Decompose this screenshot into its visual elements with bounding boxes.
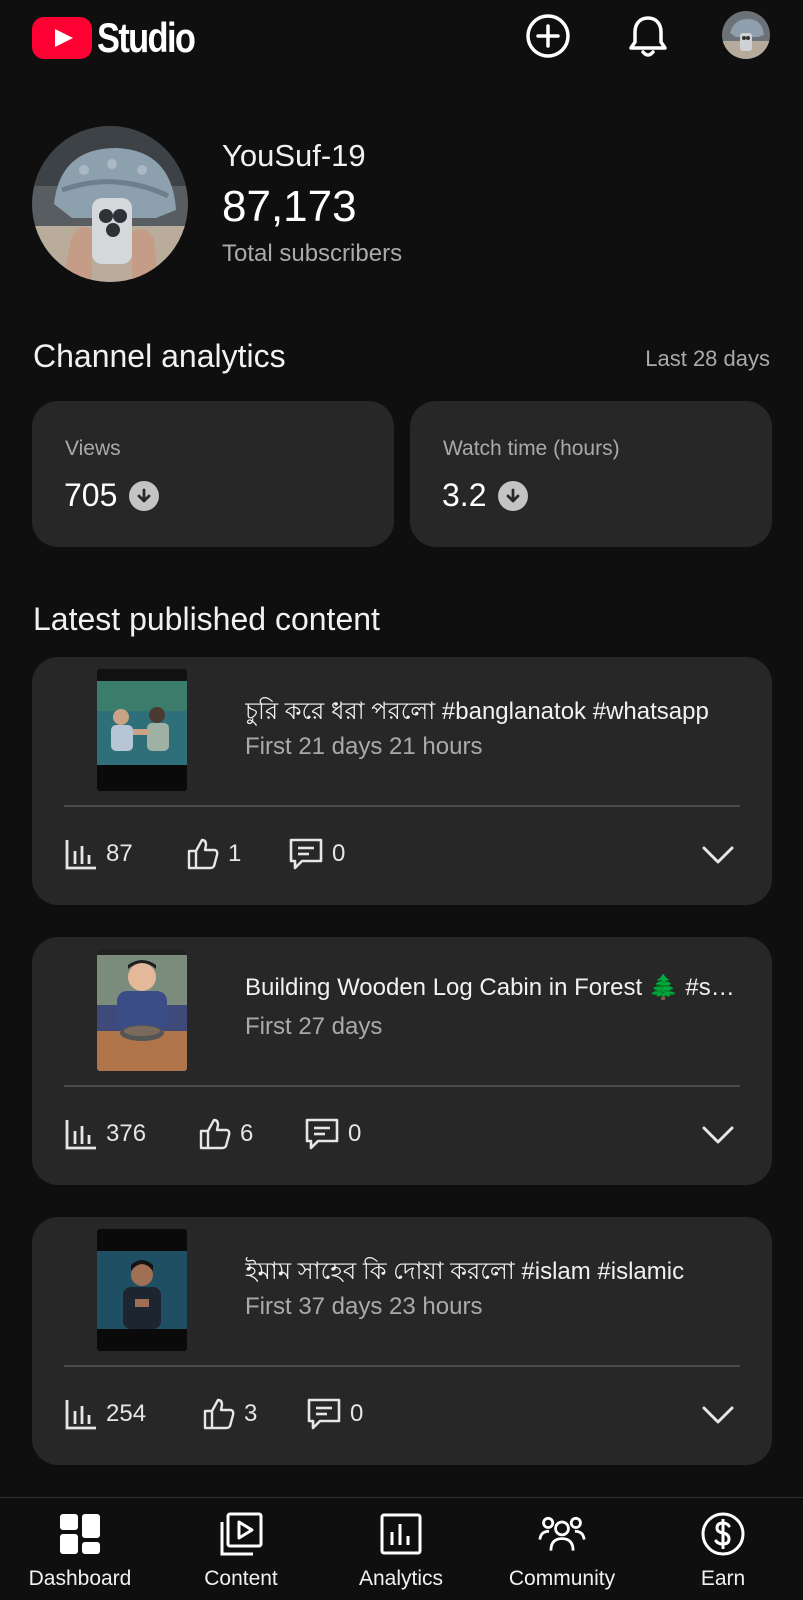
metric-value-row: 3.2 [442, 477, 529, 514]
bell-icon [629, 16, 667, 57]
avatar-image [722, 11, 770, 59]
notifications-button[interactable] [624, 12, 672, 60]
account-avatar[interactable] [722, 11, 770, 59]
youtube-studio-logo[interactable]: Studio [32, 14, 216, 62]
likes-count: 3 [244, 1400, 258, 1427]
trend-down-icon [129, 480, 160, 511]
thumbs-up-icon [203, 1398, 235, 1430]
community-icon [538, 1510, 586, 1558]
comments-stat: 0 [304, 1113, 361, 1155]
chevron-down-icon [702, 1406, 734, 1424]
views-count: 376 [106, 1120, 147, 1147]
trend-down-icon [498, 480, 529, 511]
video-card[interactable]: ইমাম সাহেব কি দোয়া করলো #islam #islamic… [32, 1217, 772, 1465]
video-title: ইমাম সাহেব কি দোয়া করলো #islam #islamic [245, 1258, 685, 1285]
views-stat: 254 [64, 1393, 146, 1435]
chevron-down-icon [702, 1126, 734, 1144]
views-metric-card[interactable]: Views 705 [32, 401, 394, 547]
chevron-down-icon [702, 846, 734, 864]
bar-chart-icon [65, 840, 96, 870]
expand-button[interactable] [700, 837, 736, 873]
comments-count: 0 [332, 840, 346, 867]
expand-button[interactable] [700, 1117, 736, 1153]
create-icon [526, 14, 570, 58]
channel-avatar-image [32, 126, 188, 282]
views-count: 87 [106, 840, 133, 867]
metric-label: Views [65, 437, 121, 460]
nav-item-content[interactable]: Content [161, 1498, 321, 1600]
bar-chart-icon [65, 1400, 96, 1430]
metric-value: 3.2 [442, 477, 487, 513]
youtube-logo-icon [32, 17, 92, 59]
channel-avatar[interactable] [32, 126, 188, 282]
expand-button[interactable] [700, 1397, 736, 1433]
nav-item-community[interactable]: Community [482, 1498, 642, 1600]
likes-count: 1 [228, 840, 242, 867]
bar-chart-icon [65, 1120, 96, 1150]
dashboard-icon [56, 1510, 104, 1558]
metric-value-row: 705 [64, 477, 160, 514]
analytics-icon [377, 1510, 425, 1558]
likes-stat: 6 [198, 1113, 253, 1155]
video-age: First 27 days [245, 1013, 383, 1040]
comments-stat: 0 [288, 833, 345, 875]
top-app-bar: Studio [0, 0, 803, 74]
nav-label: Analytics [358, 1567, 444, 1590]
nav-item-earn[interactable]: Earn [643, 1498, 803, 1600]
video-title: Building Wooden Log Cabin in Forest 🌲 #s… [245, 974, 745, 1001]
nav-label: Dashboard [28, 1567, 132, 1590]
views-stat: 376 [64, 1113, 146, 1155]
nav-item-analytics[interactable]: Analytics [321, 1498, 481, 1600]
video-age: First 21 days 21 hours [245, 733, 483, 760]
video-card[interactable]: Building Wooden Log Cabin in Forest 🌲 #s… [32, 937, 772, 1185]
thumbs-up-icon [187, 838, 219, 870]
comments-count: 0 [350, 1400, 364, 1427]
comments-count: 0 [348, 1120, 362, 1147]
nav-label: Earn [700, 1567, 746, 1590]
nav-item-dashboard[interactable]: Dashboard [0, 1498, 160, 1600]
comments-stat: 0 [306, 1393, 363, 1435]
earn-icon [699, 1510, 747, 1558]
create-button[interactable] [524, 12, 572, 60]
likes-stat: 1 [186, 833, 241, 875]
video-thumbnail[interactable] [97, 1229, 187, 1351]
channel-name: YouSuf-19 [222, 138, 366, 173]
subscriber-label: Total subscribers [222, 240, 403, 267]
video-age: First 37 days 23 hours [245, 1293, 483, 1320]
video-thumbnail[interactable] [97, 949, 187, 1071]
thumbs-up-icon [199, 1118, 231, 1150]
metric-value: 705 [64, 477, 118, 513]
likes-count: 6 [240, 1120, 254, 1147]
channel-analytics-title: Channel analytics [33, 338, 286, 374]
video-thumbnail[interactable] [97, 669, 187, 791]
video-card[interactable]: চুরি করে ধরা পরলো #banglanatok #whatsapp… [32, 657, 772, 905]
bottom-navigation: Dashboard Content Analytics Community Ea… [0, 1497, 803, 1600]
comment-icon [289, 838, 323, 870]
views-count: 254 [106, 1400, 147, 1427]
video-title: চুরি করে ধরা পরলো #banglanatok #whatsapp [245, 698, 709, 725]
metric-label: Watch time (hours) [443, 437, 620, 460]
views-stat: 87 [64, 833, 133, 875]
divider [64, 1085, 740, 1087]
content-icon [217, 1510, 265, 1558]
comment-icon [305, 1118, 339, 1150]
divider [64, 805, 740, 807]
channel-profile: YouSuf-19 87,173 Total subscribers [32, 126, 772, 282]
likes-stat: 3 [202, 1393, 257, 1435]
latest-content-title: Latest published content [33, 601, 380, 637]
divider [64, 1365, 740, 1367]
logo-text: Studio [97, 14, 196, 61]
watch-time-metric-card[interactable]: Watch time (hours) 3.2 [410, 401, 772, 547]
nav-label: Content [204, 1567, 278, 1590]
date-range-label: Last 28 days [645, 346, 770, 371]
subscriber-count: 87,173 [222, 182, 357, 231]
comment-icon [307, 1398, 341, 1430]
nav-label: Community [508, 1567, 616, 1590]
